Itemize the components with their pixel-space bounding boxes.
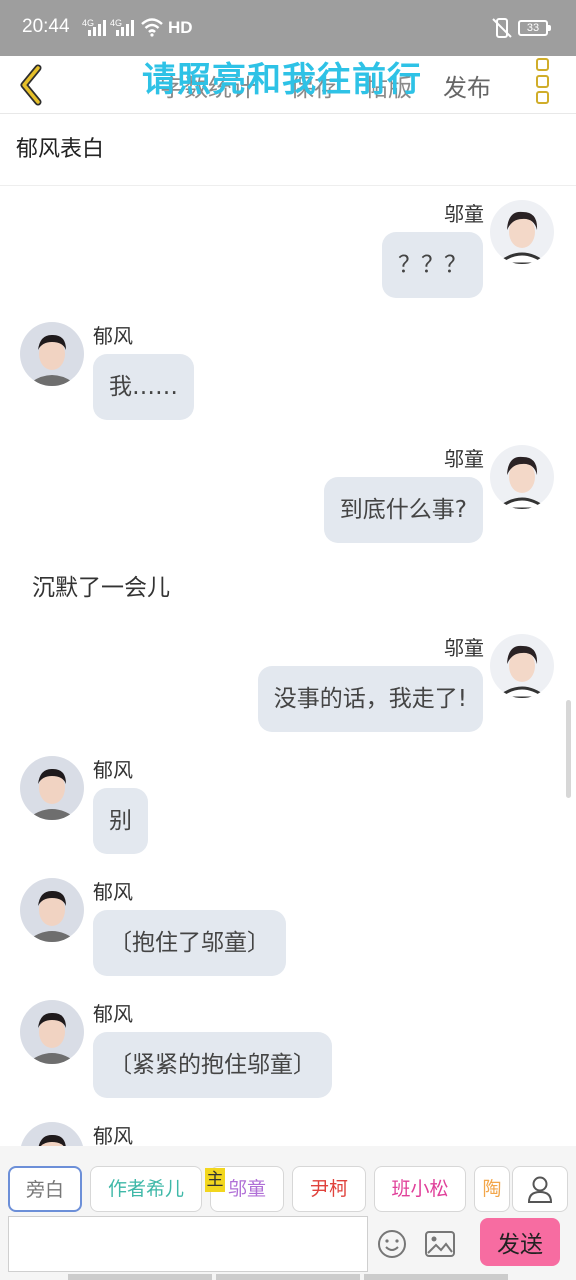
wifi-icon xyxy=(141,18,163,37)
message-bubble[interactable]: 〔紧紧的抱住邬童〕 xyxy=(93,1032,332,1098)
user-icon xyxy=(527,1176,553,1203)
message-bubble[interactable]: 〔抱住了邬童〕 xyxy=(93,910,286,976)
emoji-icon[interactable] xyxy=(376,1228,408,1260)
message-bubble[interactable]: 别 xyxy=(93,788,148,854)
character-name: 作者希儿 xyxy=(107,1178,184,1200)
overlay-banner-text: 请照亮和我往前行 xyxy=(142,60,422,100)
vibrate-off-icon xyxy=(492,18,512,38)
avatar-wutong[interactable] xyxy=(490,445,554,509)
avatar-wutong[interactable] xyxy=(490,634,554,698)
character-chip-yinke[interactable]: 尹柯 xyxy=(292,1166,366,1212)
speaker-name: 郁风 xyxy=(93,1002,133,1026)
avatar-yufeng[interactable] xyxy=(20,878,84,942)
story-title[interactable]: 郁风表白 xyxy=(0,115,576,186)
chat-message-left[interactable]: 郁风 〔紧紧的抱住邬童〕 xyxy=(0,988,576,1108)
send-button[interactable]: 发送 xyxy=(480,1218,560,1266)
battery-icon: 33 xyxy=(518,20,551,36)
chat-area[interactable]: 邬童 ？？？ 郁风 我…… 邬童 到底什么事? 沉默了一会儿 邬童 没事的话，我… xyxy=(0,186,576,1146)
narration-text[interactable]: 沉默了一会儿 xyxy=(32,568,170,602)
bottom-divider xyxy=(68,1274,508,1280)
chat-message-right[interactable]: 邬童 ？？？ xyxy=(0,186,576,306)
character-chip-author[interactable]: 作者希儿 xyxy=(90,1166,202,1212)
character-name: 旁白 xyxy=(25,1179,64,1201)
signal-icon xyxy=(88,20,106,36)
message-bubble[interactable]: ？？？ xyxy=(382,232,483,298)
character-name: 陶 xyxy=(482,1178,502,1200)
hd-icon: HD xyxy=(168,18,193,37)
speaker-name: 郁风 xyxy=(93,758,133,782)
character-chip-narrator[interactable]: 旁白 xyxy=(8,1166,82,1212)
avatar-yufeng[interactable] xyxy=(20,322,84,386)
editor-toolbar: 字数统计 保存 帖版 发布 请照亮和我往前行 xyxy=(0,56,576,114)
more-menu-icon[interactable] xyxy=(536,58,552,104)
chat-message-right[interactable]: 邬童 没事的话，我走了! xyxy=(0,620,576,740)
avatar-yufeng[interactable] xyxy=(20,1000,84,1064)
status-bar: 20:44 4G 4G HD 33 xyxy=(0,0,576,56)
avatar-yufeng[interactable] xyxy=(20,1122,84,1146)
speaker-name: 郁风 xyxy=(93,1124,133,1146)
main-role-badge: 主 xyxy=(205,1168,225,1192)
chat-message-right[interactable]: 邬童 到底什么事? xyxy=(0,431,576,551)
chat-scrollbar[interactable] xyxy=(566,700,571,798)
status-time: 20:44 xyxy=(22,16,70,37)
message-bubble[interactable]: 我…… xyxy=(93,354,194,420)
avatar-wutong[interactable] xyxy=(490,200,554,264)
character-name: 邬童 xyxy=(227,1178,266,1200)
chat-message-left[interactable]: 郁风 〔抱住了邬童〕 xyxy=(0,866,576,986)
chat-message-left[interactable]: 郁风 我…… xyxy=(0,310,576,430)
publish-button[interactable]: 发布 xyxy=(443,68,491,103)
message-bubble[interactable]: 到底什么事? xyxy=(323,477,483,543)
avatar-yufeng[interactable] xyxy=(20,756,84,820)
character-name: 班小松 xyxy=(391,1178,449,1200)
character-chip-banxiaosong[interactable]: 班小松 xyxy=(374,1166,466,1212)
chat-message-left[interactable]: 郁风 别 xyxy=(0,744,576,864)
speaker-name: 邬童 xyxy=(444,636,484,660)
character-name: 尹柯 xyxy=(309,1178,348,1200)
speaker-name: 郁风 xyxy=(93,324,133,348)
speaker-name: 邬童 xyxy=(444,202,484,226)
message-input[interactable] xyxy=(8,1216,368,1272)
character-chip-tao[interactable]: 陶 xyxy=(474,1166,510,1212)
message-bubble[interactable]: 没事的话，我走了! xyxy=(257,666,483,732)
character-manage-button[interactable] xyxy=(512,1166,568,1212)
back-arrow-icon[interactable] xyxy=(14,62,48,108)
speaker-name: 郁风 xyxy=(93,880,133,904)
composer-panel: 旁白 作者希儿 邬童 主 尹柯 班小松 陶 发送 xyxy=(0,1146,576,1280)
image-icon[interactable] xyxy=(424,1230,456,1258)
speaker-name: 邬童 xyxy=(444,447,484,471)
signal-icon xyxy=(116,20,134,36)
chat-message-left[interactable]: 郁风 xyxy=(0,1110,576,1146)
